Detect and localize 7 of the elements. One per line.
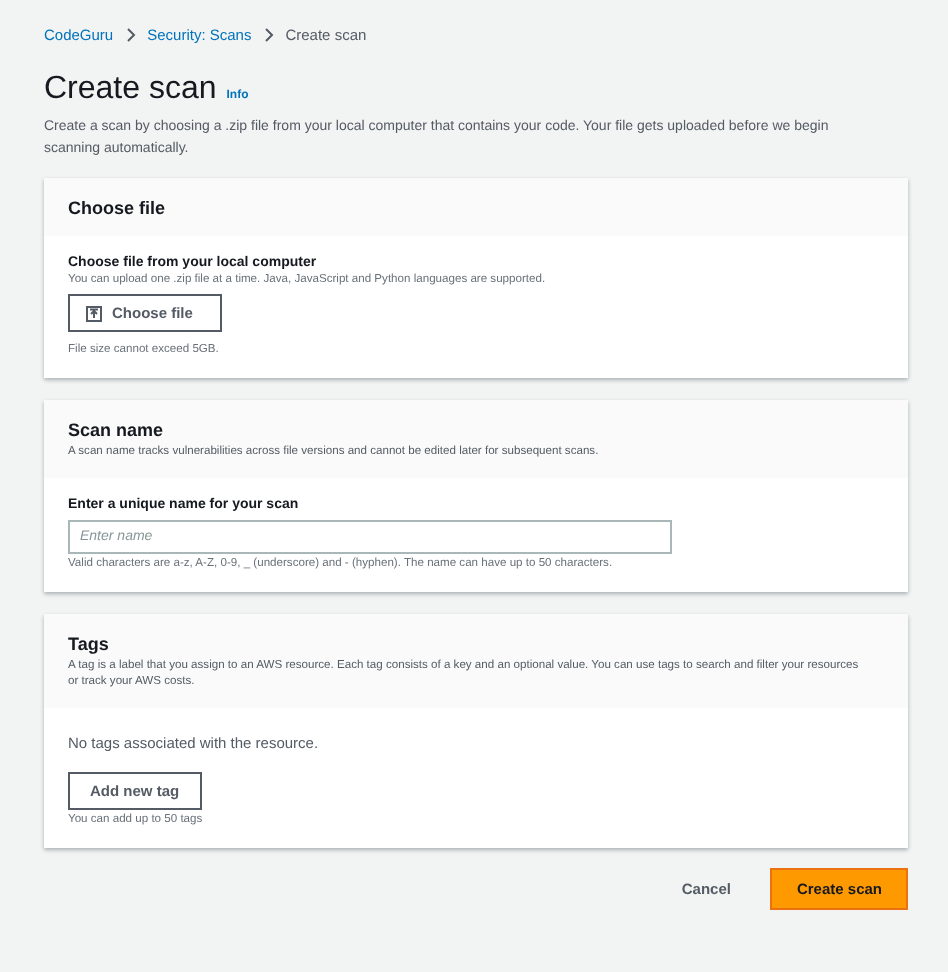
chevron-icon [263, 27, 274, 41]
upload-icon [86, 305, 102, 321]
section-heading: Choose file [68, 198, 168, 218]
page-title: Create scan [44, 72, 217, 108]
chevron-icon [125, 27, 136, 41]
section-heading: Scan name [68, 420, 166, 440]
section-heading: Tags [68, 634, 111, 654]
